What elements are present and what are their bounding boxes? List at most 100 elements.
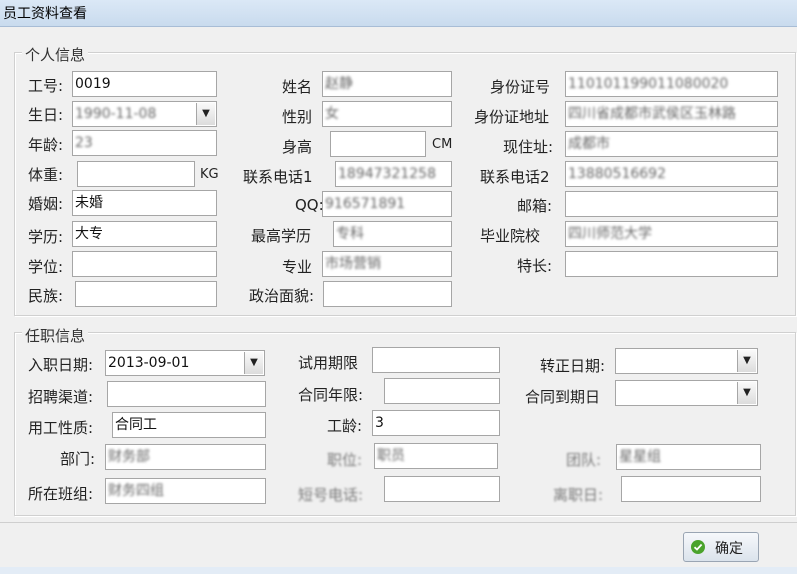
resign-date-label: 离职日: bbox=[553, 486, 604, 504]
dept-value: 财务部 bbox=[108, 449, 150, 465]
ok-button[interactable]: 确定 bbox=[683, 532, 759, 562]
position-label: 职位: bbox=[327, 451, 363, 469]
qq-label: QQ: bbox=[295, 196, 324, 214]
name-field[interactable]: 赵静 bbox=[322, 71, 452, 97]
dept-label: 部门: bbox=[60, 450, 96, 468]
emp-no-field[interactable]: 0019 bbox=[72, 71, 217, 97]
school-field[interactable]: 四川师范大学 bbox=[565, 221, 778, 247]
marital-field[interactable]: 未婚 bbox=[72, 190, 217, 216]
school-value: 四川师范大学 bbox=[568, 226, 652, 242]
chevron-down-icon[interactable]: ▼ bbox=[196, 103, 215, 125]
political-label: 政治面貌: bbox=[249, 287, 315, 305]
id-addr-label: 身份证地址 bbox=[474, 108, 550, 126]
team-field[interactable]: 财务四组 bbox=[105, 478, 266, 504]
short-phone-label: 短号电话: bbox=[298, 486, 364, 504]
specialty-label: 特长: bbox=[517, 257, 553, 275]
email-label: 邮箱: bbox=[517, 197, 553, 215]
contract-years-label: 合同年限: bbox=[298, 386, 364, 404]
birth-date-picker[interactable]: 1990-11-08 ▼ bbox=[72, 101, 217, 127]
phone2-label: 联系电话2 bbox=[480, 168, 550, 186]
seniority-field[interactable]: 3 bbox=[372, 410, 500, 436]
phone1-label: 联系电话1 bbox=[243, 168, 313, 186]
weight-field[interactable] bbox=[77, 161, 195, 187]
contract-years-field[interactable] bbox=[384, 378, 500, 404]
degree-field[interactable] bbox=[72, 251, 217, 277]
school-label: 毕业院校 bbox=[480, 227, 541, 245]
phone1-field[interactable]: 18947321258 bbox=[335, 161, 452, 187]
contract-end-picker[interactable]: ▼ bbox=[615, 380, 758, 406]
name-value: 赵静 bbox=[325, 76, 353, 92]
top-edu-value: 专科 bbox=[336, 226, 364, 242]
marital-label: 婚姻: bbox=[28, 195, 64, 213]
address-field[interactable]: 成都市 bbox=[565, 131, 778, 157]
chevron-down-icon[interactable]: ▼ bbox=[244, 352, 263, 374]
qq-field[interactable]: 916571891 bbox=[322, 191, 452, 217]
title-bar: 员工资料查看 bbox=[0, 0, 797, 27]
political-field[interactable] bbox=[323, 281, 452, 307]
channel-field[interactable] bbox=[107, 381, 266, 407]
group-field[interactable]: 星星组 bbox=[616, 444, 761, 470]
position-value: 职员 bbox=[377, 448, 405, 464]
phone2-field[interactable]: 13880516692 bbox=[565, 161, 778, 187]
height-field[interactable] bbox=[330, 131, 426, 157]
weight-label: 体重: bbox=[28, 166, 64, 184]
job-info-legend: 任职信息 bbox=[22, 325, 89, 346]
window-bottom-edge bbox=[0, 567, 797, 574]
edu-label: 学历: bbox=[28, 228, 64, 246]
id-no-label: 身份证号 bbox=[490, 78, 551, 96]
gender-field[interactable]: 女 bbox=[322, 101, 452, 127]
id-no-value: 110101199011080020 bbox=[568, 76, 729, 92]
team-value: 财务四组 bbox=[108, 483, 164, 499]
check-circle-icon bbox=[691, 540, 705, 554]
gender-value: 女 bbox=[325, 106, 339, 122]
top-edu-label: 最高学历 bbox=[251, 227, 312, 245]
id-addr-field[interactable]: 四川省成都市武侯区玉林路 bbox=[565, 101, 778, 127]
major-field[interactable]: 市场营销 bbox=[322, 251, 452, 277]
contract-end-label: 合同到期日 bbox=[525, 388, 601, 406]
phone1-value: 18947321258 bbox=[338, 166, 436, 182]
nature-field[interactable]: 合同工 bbox=[112, 412, 266, 438]
group-label: 团队: bbox=[566, 451, 602, 469]
employee-info-window: 员工资料查看 个人信息 工号: 0019 生日: 1990-11-08 ▼ 年龄… bbox=[0, 0, 797, 574]
specialty-field[interactable] bbox=[565, 251, 778, 277]
weight-unit: KG bbox=[200, 167, 219, 182]
channel-label: 招聘渠道: bbox=[28, 388, 94, 406]
age-field[interactable]: 23 bbox=[72, 130, 217, 156]
hire-date-label: 入职日期: bbox=[28, 356, 94, 374]
regular-date-label: 转正日期: bbox=[540, 357, 606, 375]
group-value: 星星组 bbox=[619, 449, 661, 465]
resign-date-field[interactable] bbox=[621, 476, 761, 502]
window-title: 员工资料查看 bbox=[3, 6, 87, 22]
gender-label: 性别 bbox=[282, 108, 313, 126]
name-label: 姓名 bbox=[282, 78, 313, 96]
seniority-label: 工龄: bbox=[327, 417, 363, 435]
email-field[interactable] bbox=[565, 191, 778, 217]
address-label: 现住址: bbox=[503, 138, 554, 156]
hire-date-picker[interactable]: 2013-09-01 ▼ bbox=[105, 350, 265, 376]
chevron-down-icon[interactable]: ▼ bbox=[737, 350, 756, 372]
team-label: 所在班组: bbox=[28, 485, 94, 503]
short-phone-field[interactable] bbox=[384, 476, 500, 502]
ethnic-field[interactable] bbox=[75, 281, 217, 307]
personal-info-legend: 个人信息 bbox=[22, 44, 89, 65]
nature-label: 用工性质: bbox=[28, 419, 94, 437]
id-no-field[interactable]: 110101199011080020 bbox=[565, 71, 778, 97]
position-field[interactable]: 职员 bbox=[374, 443, 498, 469]
ok-button-label: 确定 bbox=[715, 541, 743, 557]
ethnic-label: 民族: bbox=[28, 287, 64, 305]
trial-field[interactable] bbox=[372, 347, 500, 373]
edu-field[interactable]: 大专 bbox=[72, 221, 217, 247]
age-value: 23 bbox=[75, 135, 93, 151]
emp-no-label: 工号: bbox=[28, 77, 64, 95]
birth-value: 1990-11-08 bbox=[75, 106, 157, 122]
regular-date-picker[interactable]: ▼ bbox=[615, 348, 758, 374]
degree-label: 学位: bbox=[28, 258, 64, 276]
trial-label: 试用期限 bbox=[298, 354, 359, 372]
top-edu-field[interactable]: 专科 bbox=[333, 221, 452, 247]
major-label: 专业 bbox=[282, 258, 313, 276]
dept-field[interactable]: 财务部 bbox=[105, 444, 266, 470]
id-addr-value: 四川省成都市武侯区玉林路 bbox=[568, 106, 736, 122]
chevron-down-icon[interactable]: ▼ bbox=[737, 382, 756, 404]
major-value: 市场营销 bbox=[325, 256, 381, 272]
birth-label: 生日: bbox=[28, 106, 64, 124]
